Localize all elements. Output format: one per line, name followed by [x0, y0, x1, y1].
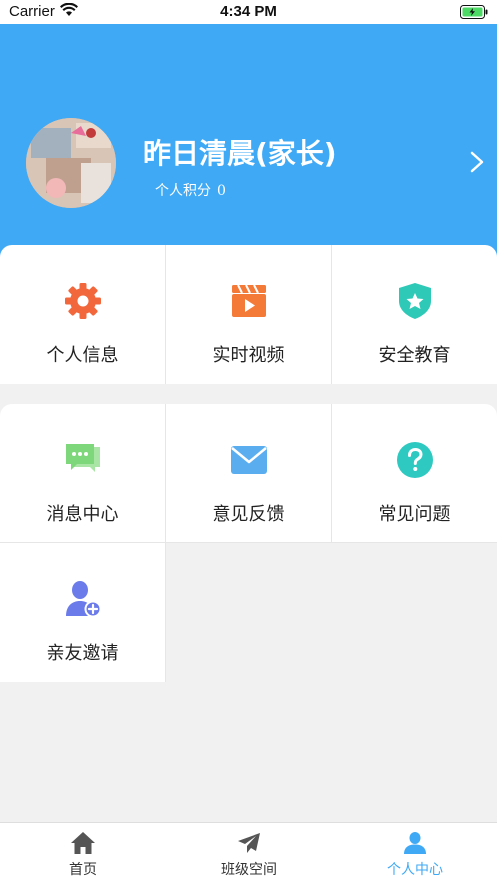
mail-icon [230, 446, 267, 474]
home-icon [71, 832, 95, 854]
menu-card-primary: 个人信息 实时视频 安全教育 [0, 245, 497, 384]
tab-home[interactable]: 首页 [0, 823, 166, 883]
user-icon [404, 832, 426, 854]
points-value: 0 [217, 183, 226, 199]
points-label: 个人积分 [155, 183, 211, 199]
tab-label: 班级空间 [221, 862, 277, 878]
status-time: 4:34 PM [220, 3, 277, 20]
question-icon [396, 442, 433, 478]
menu-card-secondary: 消息中心 意见反馈 常见问题 [0, 404, 497, 543]
battery-icon [460, 5, 488, 19]
status-bar: Carrier 4:34 PM [0, 0, 497, 24]
menu-label: 个人信息 [46, 345, 119, 366]
tab-personal-center[interactable]: 个人中心 [332, 823, 497, 883]
menu-feedback[interactable]: 意见反馈 [166, 404, 331, 543]
shield-star-icon [398, 283, 431, 319]
menu-card-invite: 亲友邀请 [0, 543, 166, 682]
menu-label: 安全教育 [378, 345, 451, 366]
menu-safety-education[interactable]: 安全教育 [332, 245, 497, 384]
menu-invite-friends[interactable]: 亲友邀请 [0, 543, 165, 682]
menu-label: 亲友邀请 [46, 643, 119, 664]
gear-icon [64, 283, 101, 319]
tab-label: 个人中心 [387, 862, 443, 878]
menu-personal-info[interactable]: 个人信息 [0, 245, 165, 384]
tab-class-space[interactable]: 班级空间 [166, 823, 332, 883]
divider [165, 543, 166, 682]
menu-label: 常见问题 [378, 504, 451, 525]
message-icon [65, 444, 100, 472]
menu-faq[interactable]: 常见问题 [332, 404, 497, 543]
menu-label: 实时视频 [212, 345, 285, 366]
menu-label: 意见反馈 [212, 504, 285, 525]
chevron-right-icon[interactable] [466, 150, 488, 174]
tab-label: 首页 [69, 862, 97, 878]
menu-label: 消息中心 [46, 504, 119, 525]
user-name: 昨日清晨(家长) [143, 137, 337, 170]
menu-message-center[interactable]: 消息中心 [0, 404, 165, 543]
paper-plane-icon [238, 833, 260, 853]
add-user-icon [65, 581, 101, 618]
menu-live-video[interactable]: 实时视频 [166, 245, 331, 384]
tab-bar: 首页 班级空间 个人中心 [0, 822, 497, 883]
avatar[interactable] [26, 118, 116, 208]
video-clapper-icon [231, 284, 266, 317]
points-info: 个人积分 0 [155, 180, 232, 200]
